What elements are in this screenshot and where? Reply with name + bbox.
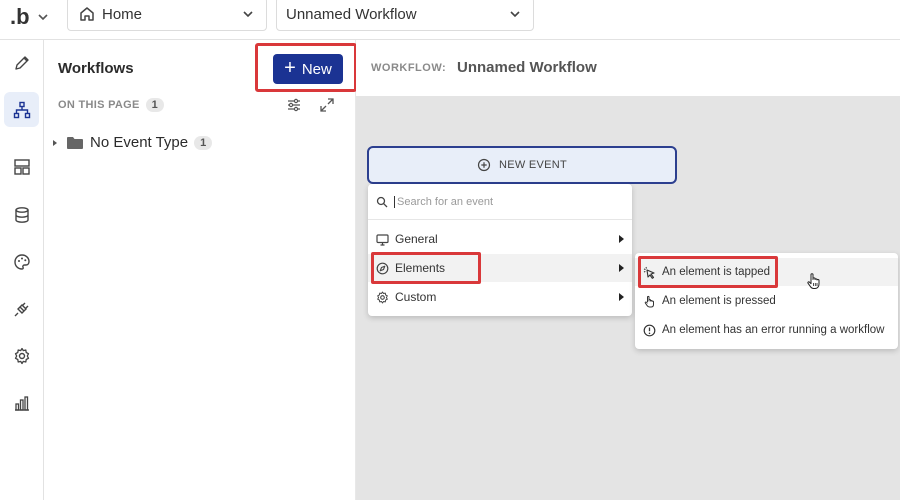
workflow-tab[interactable] — [4, 92, 39, 127]
section-count-badge: 1 — [145, 98, 165, 112]
section-label: ON THIS PAGE — [58, 99, 140, 111]
gear-icon — [377, 291, 388, 303]
data-tab[interactable] — [4, 197, 39, 232]
top-bar: .b Home Unnamed Workflow — [0, 0, 900, 40]
workflow-select-value: Unnamed Workflow — [286, 5, 417, 23]
analytics-tab[interactable] — [4, 385, 39, 420]
new-event-button[interactable]: NEW EVENT — [367, 146, 677, 184]
menu-item-elements[interactable]: Elements — [368, 254, 632, 282]
workflow-select[interactable]: Unnamed Workflow — [276, 0, 534, 31]
expand-icon[interactable] — [319, 97, 335, 113]
tap-cursor-icon — [643, 266, 655, 279]
submenu-arrow-icon — [619, 264, 624, 272]
palette-icon — [13, 253, 30, 270]
plus-circle-icon — [477, 158, 491, 172]
monitor-icon — [376, 233, 389, 246]
gear-icon — [14, 347, 29, 364]
styles-tab[interactable] — [4, 244, 39, 279]
submenu-item-tapped[interactable]: An element is tapped — [635, 258, 898, 286]
plugins-tab[interactable] — [4, 291, 39, 326]
compass-icon — [376, 262, 389, 274]
hand-pointer-icon — [644, 295, 654, 307]
workflow-icon — [13, 101, 30, 118]
event-search — [368, 184, 632, 220]
panel-title: Workflows — [58, 60, 134, 77]
submenu-item-label: An element is tapped — [662, 266, 771, 278]
left-rail — [0, 40, 44, 500]
chevron-down-icon — [243, 11, 253, 18]
event-search-input[interactable] — [394, 195, 594, 208]
design-tab[interactable] — [4, 45, 39, 80]
chevron-down-icon[interactable] — [36, 10, 50, 24]
submenu-item-error[interactable]: An element has an error running a workfl… — [635, 316, 898, 344]
folder-label: No Event Type — [90, 134, 189, 151]
hand-cursor-icon — [807, 273, 820, 289]
workflow-name[interactable]: Unnamed Workflow — [457, 59, 597, 76]
elements-submenu: An element is tapped An element is press… — [635, 253, 898, 349]
submenu-arrow-icon — [619, 293, 624, 301]
page-select-value: Home — [102, 5, 143, 23]
pencil-icon — [14, 55, 29, 70]
folder-count-badge: 1 — [194, 135, 213, 150]
workflow-header: WORKFLOW: Unnamed Workflow — [356, 40, 900, 96]
layout-icon — [13, 158, 30, 175]
new-event-label: NEW EVENT — [498, 159, 568, 171]
app-logo[interactable]: .b — [10, 4, 30, 30]
workflows-panel: Workflows + New ON THIS PAGE 1 No Event T… — [44, 40, 357, 500]
submenu-arrow-icon — [619, 235, 624, 243]
home-icon — [80, 7, 94, 21]
submenu-item-label: An element is pressed — [662, 295, 776, 307]
new-button-highlight — [255, 43, 357, 92]
database-icon — [14, 206, 29, 223]
section-header: ON THIS PAGE 1 — [58, 98, 165, 112]
settings-tab[interactable] — [4, 338, 39, 373]
data-layout-tab[interactable] — [4, 149, 39, 184]
alert-circle-icon — [643, 324, 656, 336]
menu-item-custom[interactable]: Custom — [368, 283, 632, 311]
menu-item-general[interactable]: General — [368, 225, 632, 253]
folder-icon — [67, 136, 83, 149]
folder-row[interactable]: No Event Type 1 — [50, 134, 213, 151]
menu-item-label: Elements — [395, 261, 446, 275]
filter-sliders-icon[interactable] — [286, 97, 302, 113]
page-select[interactable]: Home — [67, 0, 267, 31]
menu-item-label: Custom — [395, 290, 437, 304]
event-type-menu: General Elements Custom — [368, 184, 632, 316]
workflow-label: WORKFLOW: — [371, 62, 447, 74]
analytics-icon — [14, 395, 29, 411]
submenu-item-pressed[interactable]: An element is pressed — [635, 287, 898, 315]
plug-icon — [14, 302, 28, 316]
menu-item-label: General — [395, 232, 438, 246]
submenu-item-label: An element has an error running a workfl… — [662, 324, 885, 336]
search-icon — [376, 196, 388, 207]
chevron-down-icon — [510, 11, 520, 18]
caret-right-icon[interactable] — [50, 138, 60, 148]
